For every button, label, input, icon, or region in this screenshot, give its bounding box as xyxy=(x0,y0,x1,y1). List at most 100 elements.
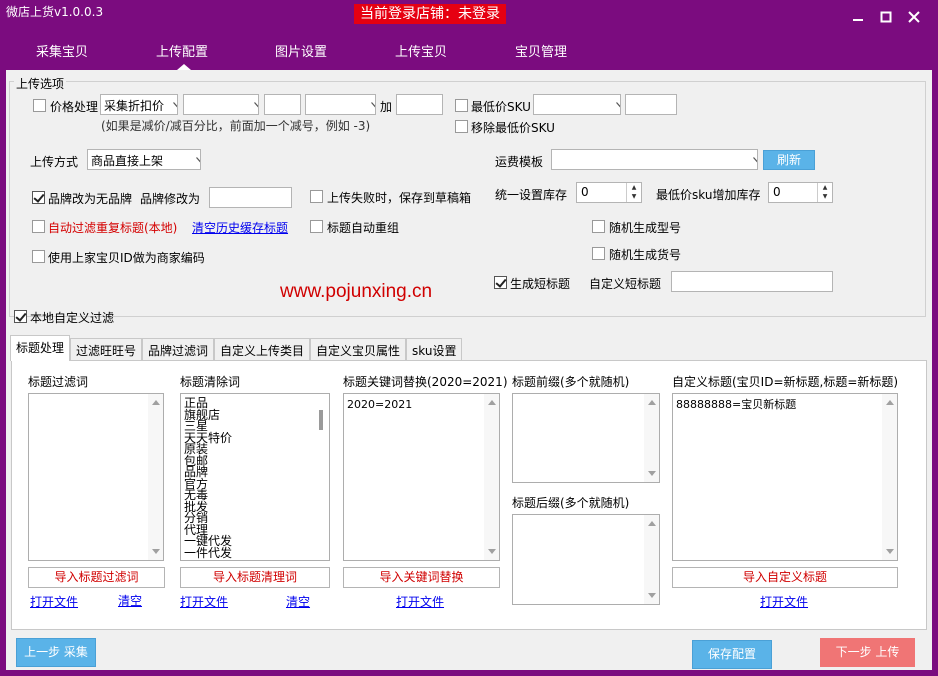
save-draft-label: 上传失败时，保存到草稿箱 xyxy=(327,191,472,205)
scroll-down-icon[interactable] xyxy=(152,549,160,554)
scroll-down-icon[interactable] xyxy=(648,471,656,476)
short-title-checkbox[interactable] xyxy=(494,276,507,289)
minimize-icon[interactable] xyxy=(851,10,867,24)
freight-template-select[interactable] xyxy=(551,149,758,170)
nav-tab-upload-items[interactable]: 上传宝贝 xyxy=(395,41,447,60)
price-value-input-2[interactable] xyxy=(396,94,443,115)
scroll-up-icon[interactable] xyxy=(648,521,656,526)
scroll-up-icon[interactable] xyxy=(488,400,496,405)
close-icon[interactable] xyxy=(907,10,923,24)
scrollbar[interactable] xyxy=(484,394,499,560)
scrollbar[interactable] xyxy=(644,394,659,482)
spin-down-icon[interactable]: ▼ xyxy=(818,192,832,201)
random-goods-no-checkbox[interactable] xyxy=(592,247,605,260)
random-goods-no-label: 随机生成货号 xyxy=(609,248,682,262)
use-supplier-id-label: 使用上家宝贝ID做为商家编码 xyxy=(48,251,205,265)
scroll-down-icon[interactable] xyxy=(488,549,496,554)
custom-title-label: 自定义标题(宝贝ID=新标题,标题=新标题) xyxy=(672,375,899,389)
nav-tab-collect[interactable]: 采集宝贝 xyxy=(36,41,88,60)
upload-method-value: 商品直接上架 xyxy=(91,154,164,168)
min-sku-stock-value: 0 xyxy=(773,185,781,199)
unified-stock-input[interactable]: 0 ▲ ▼ xyxy=(576,182,642,203)
clear-history-link[interactable]: 清空历史缓存标题 xyxy=(192,219,288,236)
min-price-sku-select[interactable] xyxy=(533,94,621,115)
nav-tab-image-settings[interactable]: 图片设置 xyxy=(275,41,327,60)
min-sku-stock-label: 最低价sku增加库存 xyxy=(656,188,761,202)
subtab-custom-attributes[interactable]: 自定义宝贝属性 xyxy=(310,338,407,360)
auto-filter-duplicate-checkbox[interactable] xyxy=(32,220,45,233)
spin-down-icon[interactable]: ▼ xyxy=(627,192,641,201)
local-custom-filter-label: 本地自定义过滤 xyxy=(30,311,115,325)
nav-tab-item-management[interactable]: 宝贝管理 xyxy=(515,41,567,60)
maximize-icon[interactable] xyxy=(879,10,895,24)
import-filter-words-button[interactable]: 导入标题过滤词 xyxy=(28,567,165,588)
clear-words-textarea[interactable]: 正品 旗舰店 三星 天天特价 原装 包邮 品牌 官方 无毒 批发 分销 代理 一… xyxy=(180,393,330,561)
scroll-down-icon[interactable] xyxy=(648,593,656,598)
freight-template-label: 运费模板 xyxy=(495,155,544,169)
min-sku-stock-input[interactable]: 0 ▲ ▼ xyxy=(768,182,833,203)
clear-words-list: 正品 旗舰店 三星 天天特价 原装 包邮 品牌 官方 无毒 批发 分销 代理 一… xyxy=(184,397,326,559)
scrollbar[interactable] xyxy=(314,394,329,560)
custom-short-title-input[interactable] xyxy=(671,271,833,292)
scroll-up-icon[interactable] xyxy=(648,400,656,405)
import-custom-title-button[interactable]: 导入自定义标题 xyxy=(672,567,898,588)
scrollbar[interactable] xyxy=(644,515,659,604)
save-draft-checkbox[interactable] xyxy=(310,190,323,203)
scroll-up-icon[interactable] xyxy=(152,400,160,405)
custom-title-textarea[interactable]: 88888888=宝贝新标题 xyxy=(672,393,898,561)
import-clear-words-button[interactable]: 导入标题清理词 xyxy=(180,567,330,588)
suffix-label: 标题后缀(多个就随机) xyxy=(512,496,630,510)
scrollbar[interactable] xyxy=(882,394,897,560)
price-op-select-2[interactable] xyxy=(305,94,376,115)
price-op-select[interactable] xyxy=(183,94,259,115)
random-model-checkbox[interactable] xyxy=(592,220,605,233)
scrollbar[interactable] xyxy=(148,394,163,560)
save-config-button[interactable]: 保存配置 xyxy=(692,640,772,669)
suffix-textarea[interactable] xyxy=(512,514,660,605)
min-price-sku-checkbox[interactable] xyxy=(455,99,468,112)
title-auto-regroup-checkbox[interactable] xyxy=(310,220,323,233)
main-content: 上传选项 价格处理 采集折扣价 加 (如果是减价/减百分比，前面加一个减号，例如… xyxy=(6,70,932,670)
local-custom-filter-checkbox[interactable] xyxy=(14,310,27,323)
scroll-up-icon[interactable] xyxy=(886,400,894,405)
price-processing-checkbox[interactable] xyxy=(33,99,46,112)
custom-title-open-file-link[interactable]: 打开文件 xyxy=(760,593,808,610)
filter-words-label: 标题过滤词 xyxy=(28,375,89,389)
keyword-replace-textarea[interactable]: 2020=2021 xyxy=(343,393,500,561)
subtab-custom-category[interactable]: 自定义上传类目 xyxy=(214,338,311,360)
nav-tab-upload-config[interactable]: 上传配置 xyxy=(156,41,208,60)
stock-spinner[interactable]: ▲ ▼ xyxy=(626,183,641,202)
brand-modify-input[interactable] xyxy=(209,187,292,208)
subtab-title-processing[interactable]: 标题处理 xyxy=(10,335,71,361)
remove-min-price-sku-checkbox[interactable] xyxy=(455,120,468,133)
filter-words-textarea[interactable] xyxy=(28,393,164,561)
min-sku-stock-spinner[interactable]: ▲ ▼ xyxy=(817,183,832,202)
next-step-button[interactable]: 下一步 上传 xyxy=(820,638,915,667)
min-price-sku-input[interactable] xyxy=(625,94,677,115)
spin-up-icon[interactable]: ▲ xyxy=(627,183,641,192)
prefix-textarea[interactable] xyxy=(512,393,660,483)
spin-up-icon[interactable]: ▲ xyxy=(818,183,832,192)
custom-title-line: 88888888=宝贝新标题 xyxy=(676,398,797,411)
clear-words-clear-link[interactable]: 清空 xyxy=(286,593,310,610)
auto-filter-duplicate-label: 自动过滤重复标题(本地) xyxy=(48,221,178,235)
subtab-filter-wangwang[interactable]: 过滤旺旺号 xyxy=(70,338,143,360)
filter-words-open-file-link[interactable]: 打开文件 xyxy=(30,593,78,610)
refresh-button[interactable]: 刷新 xyxy=(763,150,815,170)
remove-min-price-sku-label: 移除最低价SKU xyxy=(471,121,555,135)
filter-words-clear-link[interactable]: 清空 xyxy=(118,592,142,609)
main-nav: 采集宝贝 上传配置 图片设置 上传宝贝 宝贝管理 xyxy=(0,34,938,70)
price-mode-select[interactable]: 采集折扣价 xyxy=(100,94,178,115)
price-value-input-1[interactable] xyxy=(264,94,301,115)
scroll-down-icon[interactable] xyxy=(886,549,894,554)
subtab-brand-filter[interactable]: 品牌过滤词 xyxy=(142,338,215,360)
use-supplier-id-checkbox[interactable] xyxy=(32,250,45,263)
import-keyword-replace-button[interactable]: 导入关键词替换 xyxy=(343,567,500,588)
keyword-replace-open-file-link[interactable]: 打开文件 xyxy=(396,593,444,610)
scroll-thumb[interactable] xyxy=(319,410,323,430)
subtab-sku-settings[interactable]: sku设置 xyxy=(406,338,463,360)
brand-to-none-checkbox[interactable] xyxy=(32,191,45,204)
prev-step-button[interactable]: 上一步 采集 xyxy=(16,638,96,667)
upload-method-select[interactable]: 商品直接上架 xyxy=(87,149,201,170)
clear-words-open-file-link[interactable]: 打开文件 xyxy=(180,593,228,610)
